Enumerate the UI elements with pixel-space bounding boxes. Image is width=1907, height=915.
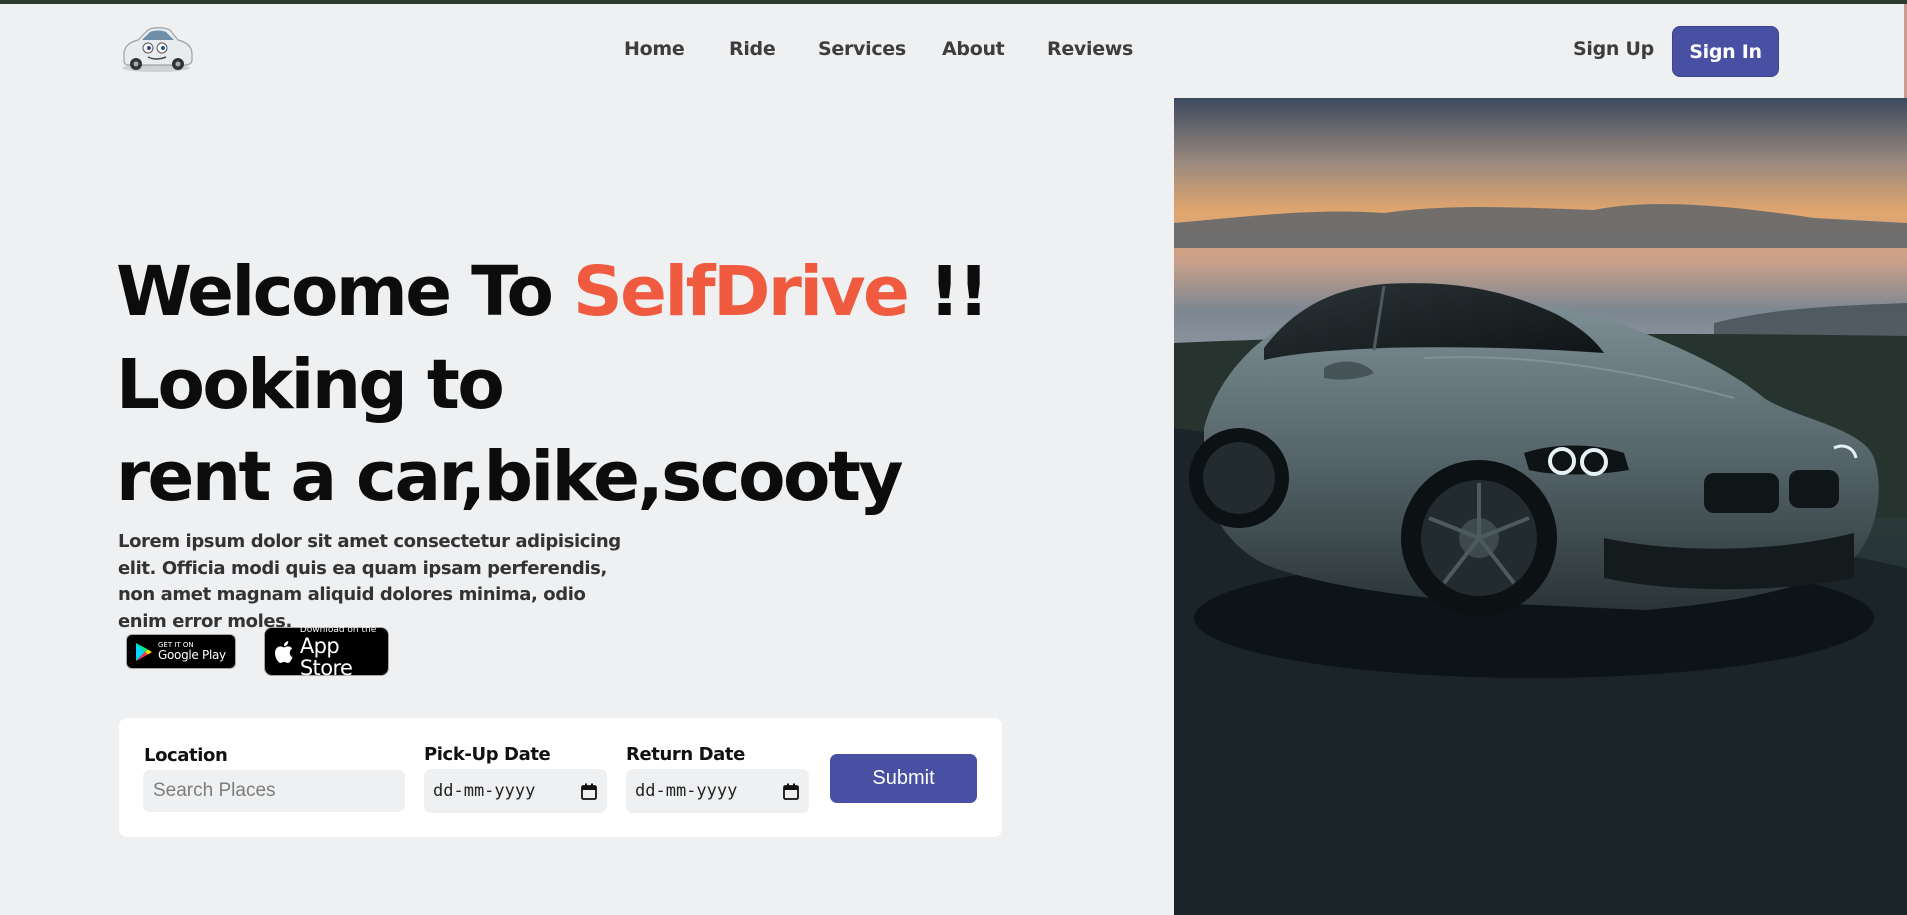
pickup-date-label: Pick-Up Date [424, 744, 551, 765]
hero-description: Lorem ipsum dolor sit amet consectetur a… [118, 531, 621, 632]
hero-title-line1: Welcome To SelfDrive !! [116, 258, 989, 327]
nav-services[interactable]: Services [818, 38, 906, 60]
nav-ride[interactable]: Ride [729, 38, 776, 60]
app-store-badge[interactable]: Download on the App Store [264, 624, 389, 680]
return-date-input[interactable]: dd-mm-yyyy [626, 769, 809, 813]
hero-car-image [1174, 98, 1907, 915]
google-play-badge[interactable]: GET IT ON Google Play [126, 634, 236, 669]
return-date-value: dd-mm-yyyy [635, 781, 738, 801]
nav-reviews[interactable]: Reviews [1047, 38, 1133, 60]
calendar-icon[interactable] [581, 783, 597, 800]
pickup-date-value: dd-mm-yyyy [433, 781, 536, 801]
location-search-input[interactable] [143, 770, 405, 812]
nav-home[interactable]: Home [624, 38, 685, 60]
top-border [0, 0, 1907, 4]
app-store-small-text: Download on the [299, 624, 377, 635]
apple-icon [275, 640, 293, 663]
booking-form: Location Pick-Up Date dd-mm-yyyy Return … [119, 718, 1002, 837]
sign-up-link[interactable]: Sign Up [1573, 38, 1654, 60]
calendar-icon[interactable] [783, 783, 799, 800]
brand-name: SelfDrive [572, 252, 910, 332]
hero-title-line3: rent a car,bike,scooty [116, 437, 903, 517]
return-date-label: Return Date [626, 744, 745, 765]
google-play-big-text: Google Play [158, 648, 226, 662]
google-play-icon [136, 642, 152, 661]
sign-in-button[interactable]: Sign In [1672, 26, 1779, 77]
pickup-date-input[interactable]: dd-mm-yyyy [424, 769, 607, 813]
hero-title-suffix: !! [907, 252, 989, 332]
app-store-big-text: App Store [299, 633, 353, 680]
hero-title-prefix: Welcome To [116, 252, 573, 332]
submit-button[interactable]: Submit [830, 754, 977, 803]
location-label: Location [144, 745, 228, 766]
nav-about[interactable]: About [942, 38, 1005, 60]
hero-title-line2: Looking to [116, 345, 505, 425]
